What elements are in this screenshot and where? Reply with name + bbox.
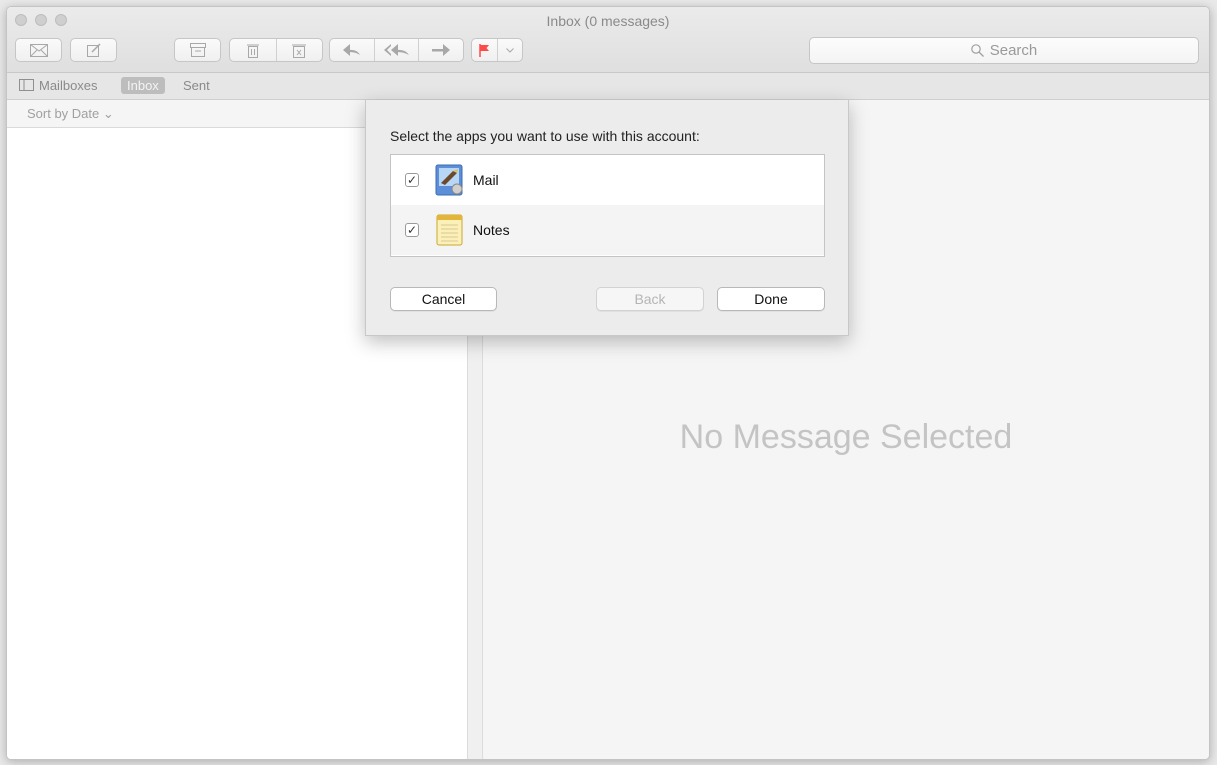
no-message-text: No Message Selected: [679, 418, 1013, 456]
reply-button[interactable]: [330, 39, 375, 61]
trash-icon: [246, 44, 259, 58]
search-placeholder: Search: [989, 42, 1038, 59]
account-apps-sheet: Select the apps you want to use with thi…: [365, 100, 849, 336]
back-button[interactable]: Back: [596, 287, 704, 311]
sidebar-toggle-icon[interactable]: [19, 79, 34, 94]
cancel-button[interactable]: Cancel: [390, 287, 497, 311]
favorites-mailboxes[interactable]: Mailboxes: [39, 78, 98, 93]
archive-icon: [189, 43, 206, 57]
flag-button[interactable]: [472, 39, 498, 61]
forward-button[interactable]: [419, 39, 463, 61]
favorites-inbox[interactable]: Inbox: [121, 77, 165, 94]
reply-group: [329, 38, 464, 62]
delete-junk-group: [229, 38, 323, 62]
search-field[interactable]: Search: [809, 37, 1199, 64]
flag-menu-button[interactable]: [498, 39, 523, 61]
chevron-down-icon: [505, 47, 514, 53]
junk-icon: [292, 44, 307, 58]
compose-icon: [86, 43, 101, 57]
flag-icon: [479, 43, 490, 57]
delete-button[interactable]: [230, 39, 277, 61]
favorites-sent[interactable]: Sent: [183, 78, 210, 93]
reply-all-button[interactable]: [375, 39, 420, 61]
title-bar: Inbox (0 messages) Search: [7, 7, 1209, 73]
mail-app-name: Mail: [473, 172, 499, 188]
app-row-mail[interactable]: ✓ Mail: [391, 155, 824, 205]
compose-button[interactable]: [70, 38, 117, 62]
mail-checkbox[interactable]: ✓: [405, 173, 419, 187]
search-icon: [970, 44, 984, 57]
notes-app-name: Notes: [473, 222, 510, 238]
reply-icon: [342, 44, 360, 56]
notes-app-icon: [436, 214, 463, 246]
done-button[interactable]: Done: [717, 287, 825, 311]
sheet-prompt: Select the apps you want to use with thi…: [390, 128, 700, 144]
archive-button[interactable]: [174, 38, 221, 62]
favorites-bar: Mailboxes Inbox Sent: [7, 73, 1209, 100]
forward-icon: [432, 44, 451, 56]
get-mail-button[interactable]: [15, 38, 62, 62]
junk-button[interactable]: [277, 39, 323, 61]
envelope-icon: [29, 43, 48, 57]
window-title: Inbox (0 messages): [546, 13, 670, 29]
notes-checkbox[interactable]: ✓: [405, 223, 419, 237]
flag-group: [471, 38, 523, 62]
app-row-notes[interactable]: ✓ Notes: [391, 205, 824, 255]
sort-by-date-menu[interactable]: Sort by Date ⌄: [27, 106, 114, 122]
reply-all-icon: [383, 44, 409, 56]
mail-app-icon: [435, 164, 463, 196]
apps-list: ✓ Mail ✓ Notes: [390, 154, 825, 257]
